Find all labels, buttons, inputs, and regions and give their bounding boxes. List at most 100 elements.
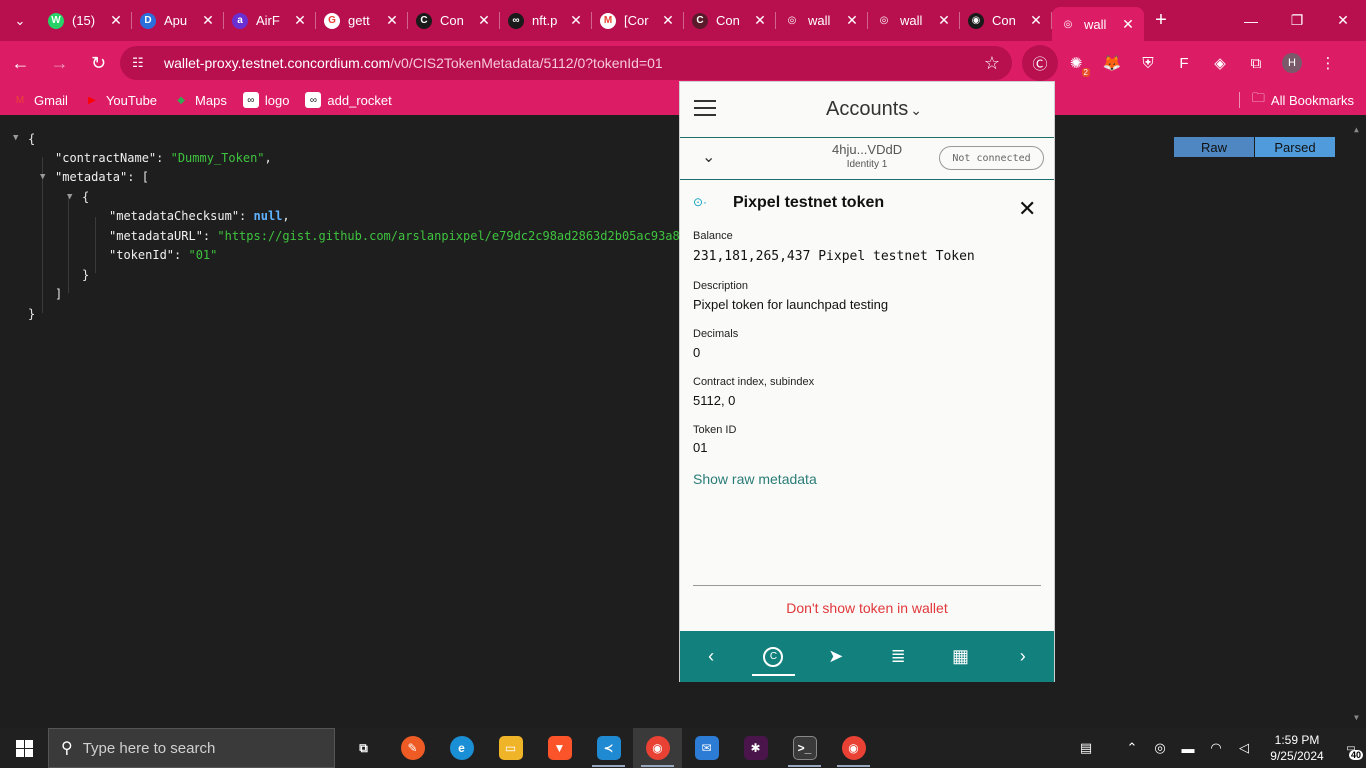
accounts-dropdown[interactable]: Accounts ⌄ [826,98,922,121]
tab-close-icon[interactable]: ✕ [476,12,492,29]
browser-tab[interactable]: ◎ wall ✕ [776,0,868,41]
color-extension-icon[interactable]: ◈ [1202,45,1238,81]
start-button[interactable] [0,728,48,768]
collapse-metadata-toggle[interactable]: ▼ [40,172,45,182]
volume-icon[interactable]: ◁ [1232,740,1256,756]
taskbar-edge[interactable]: e [437,728,486,768]
token-logo-icon: ⊙· [693,195,708,209]
address-bar[interactable]: ☷ wallet-proxy.testnet.concordium.com/v0… [120,46,1012,80]
site-info-icon[interactable]: ☷ [132,55,152,71]
extensions-puzzle-icon[interactable]: ⧉ [1238,45,1274,81]
taskbar-mail[interactable]: ✉ [682,728,731,768]
tray-overflow-chevron-icon[interactable]: ⌃ [1120,740,1144,756]
bookmark-label: Gmail [34,92,68,108]
collapse-root-toggle[interactable]: ▼ [13,133,18,143]
taskbar-explorer[interactable]: ▭ [486,728,535,768]
hamburger-menu-icon[interactable] [694,100,716,118]
bookmark-maps[interactable]: ◆ Maps [173,92,227,108]
tab-close-icon[interactable]: ✕ [1120,16,1136,33]
tab-close-icon[interactable]: ✕ [1028,12,1044,29]
taskbar-chrome[interactable]: ◉ [633,728,682,768]
tab-close-icon[interactable]: ✕ [108,12,124,29]
task-view-button[interactable]: ⧉ [339,728,388,768]
taskbar-search-box[interactable]: ⚲ Type here to search [48,728,335,768]
forward-button[interactable]: → [41,45,78,82]
show-raw-metadata-link[interactable]: Show raw metadata [693,471,817,487]
bookmark-star-icon[interactable]: ☆ [984,53,1000,74]
taskbar-slack[interactable]: ✱ [731,728,780,768]
tab-close-icon[interactable]: ✕ [660,12,676,29]
tab-title: Con [716,13,740,28]
taskbar-vscode[interactable]: ≺ [584,728,633,768]
nav-forward-icon[interactable]: › [992,631,1054,682]
minimize-button[interactable]: — [1228,0,1274,41]
browser-tab[interactable]: D Apu ✕ [132,0,224,41]
back-button[interactable]: ← [2,45,39,82]
json-object-close: } [82,268,90,282]
shield-extension-icon[interactable]: ⛨ [1130,45,1166,81]
bookmark-logo[interactable]: ∞ logo [242,92,289,108]
vertical-scrollbar[interactable]: ▲ ▼ [1351,121,1366,728]
raw-button[interactable]: Raw [1174,137,1254,157]
tab-close-icon[interactable]: ✕ [384,12,400,29]
tab-close-icon[interactable]: ✕ [752,12,768,29]
bookmark-youtube[interactable]: ▶ YouTube [84,92,157,108]
collapse-object-toggle[interactable]: ▼ [67,192,72,202]
tab-close-icon[interactable]: ✕ [200,12,216,29]
tab-close-icon[interactable]: ✕ [568,12,584,29]
tab-close-icon[interactable]: ✕ [292,12,308,29]
browser-tab[interactable]: a AirF ✕ [224,0,316,41]
news-widget-icon[interactable]: ▤ [1074,740,1098,756]
parsed-button[interactable]: Parsed [1255,137,1335,157]
close-icon[interactable]: ✕ [1018,196,1036,222]
browser-tab[interactable]: C Con ✕ [408,0,500,41]
browser-tab[interactable]: ◎ wall ✕ [1052,7,1144,41]
tab-close-icon[interactable]: ✕ [844,12,860,29]
bookmark-add-rocket[interactable]: ∞ add_rocket [305,92,392,108]
browser-tab[interactable]: Ggett ✕ [316,0,408,41]
metamask-extension-icon[interactable]: 🦊 [1094,45,1130,81]
taskbar-brave[interactable]: ▼ [535,728,584,768]
restore-button[interactable]: ❐ [1274,0,1320,41]
new-tab-button[interactable]: + [1144,9,1178,32]
scroll-down-icon[interactable]: ▼ [1354,713,1359,722]
all-bookmarks-button[interactable]: 🗀 All Bookmarks [1238,85,1354,115]
profile-button[interactable]: H [1274,45,1310,81]
taskbar-terminal[interactable]: >_ [780,728,829,768]
tab-close-icon[interactable]: ✕ [936,12,952,29]
taskbar-postman[interactable]: ✎ [388,728,437,768]
notification-center-button[interactable]: ▭ 40 [1336,728,1366,768]
browser-menu-button[interactable]: ⋮ [1310,45,1346,81]
nav-back-icon[interactable]: ‹ [680,631,742,682]
connection-status-badge[interactable]: Not connected [939,146,1044,170]
bookmark-gmail[interactable]: M Gmail [12,92,68,108]
taskbar-chrome-profile[interactable]: ◉ [829,728,878,768]
browser-tab[interactable]: W (15) ✕ [40,0,132,41]
nav-tokens-icon[interactable]: C [742,631,804,682]
fi-extension-icon[interactable]: F [1166,45,1202,81]
hide-token-button[interactable]: Don't show token in wallet [680,600,1054,616]
nav-send-icon[interactable]: ➤ [805,631,867,682]
url-text[interactable]: wallet-proxy.testnet.concordium.com/v0/C… [164,55,984,71]
battery-icon[interactable]: ▬ [1176,741,1200,756]
dropbox-icon: D [140,12,156,29]
reload-button[interactable]: ↻ [80,45,117,82]
identity-label: Identity 1 [846,159,888,170]
expand-account-chevron-icon[interactable]: ⌄ [702,147,715,167]
tab-search-button[interactable]: ⌄ [0,0,40,41]
wifi-icon[interactable]: ◠ [1204,740,1228,756]
clock[interactable]: 1:59 PM 9/25/2024 [1262,732,1332,764]
webcam-icon[interactable]: ◎ [1148,740,1172,756]
json-url-link[interactable]: "https://gist.github.com/arslanpixpel/e7… [217,229,687,243]
browser-tab[interactable]: C Con ✕ [684,0,776,41]
close-window-button[interactable]: ✕ [1320,0,1366,41]
browser-tab[interactable]: ∞ nft.p ✕ [500,0,592,41]
concordium-wallet-extension-icon[interactable]: Ⓒ [1022,45,1058,81]
browser-tab[interactable]: ◉ Con ✕ [960,0,1052,41]
nav-qr-icon[interactable]: ▦ [929,631,991,682]
rainbow-extension-icon[interactable]: ✺ 2 [1058,45,1094,81]
scroll-up-icon[interactable]: ▲ [1354,125,1359,134]
browser-tab[interactable]: ◎ wall ✕ [868,0,960,41]
nav-transactions-icon[interactable]: ≣ [867,631,929,682]
browser-tab[interactable]: M [Cor ✕ [592,0,684,41]
